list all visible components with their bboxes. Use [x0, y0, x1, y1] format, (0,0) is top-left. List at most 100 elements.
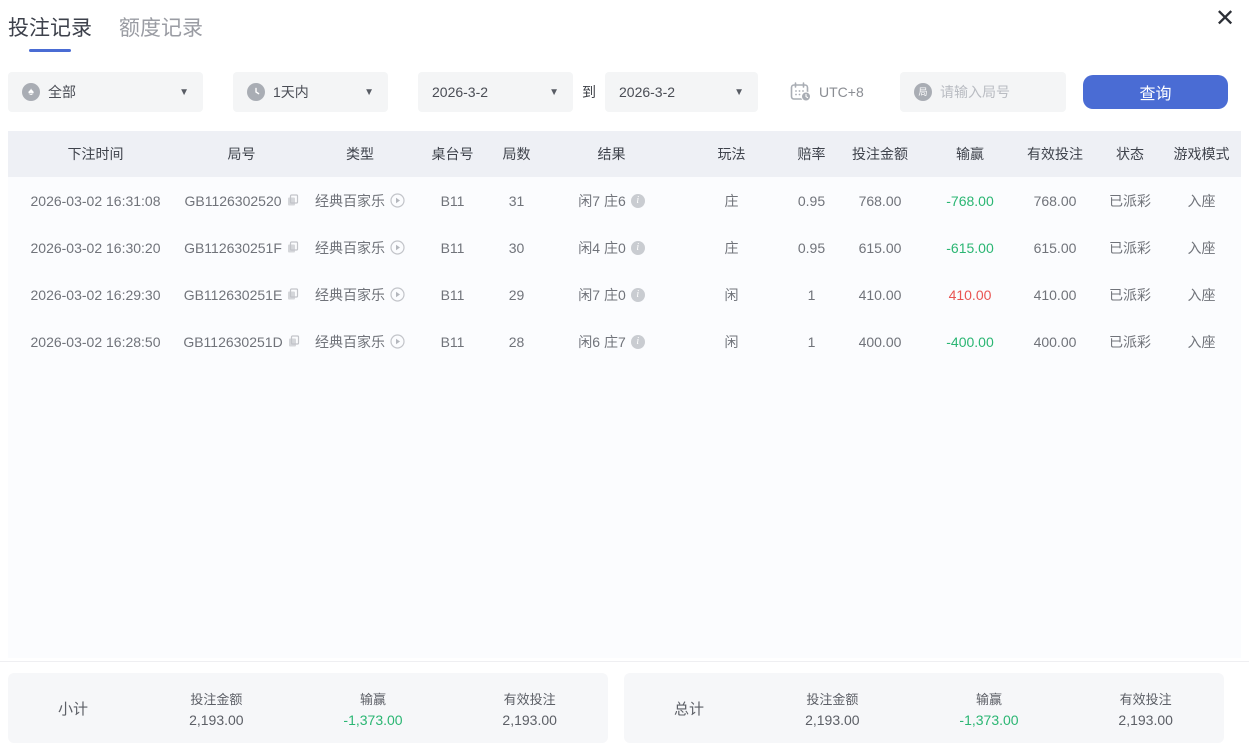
bet-time: 2026-03-02 16:29:30	[8, 287, 183, 303]
info-icon[interactable]: i	[631, 288, 645, 302]
table-row: 2026-03-02 16:29:30 GB112630251E 经典百家乐 B…	[8, 271, 1241, 318]
total-valid-bet-label: 有效投注	[1067, 689, 1224, 708]
table-header-row: 下注时间 局号 类型 桌台号 局数 结果 玩法 赔率 投注金额 输赢 有效投注 …	[8, 131, 1241, 177]
table-no: B11	[420, 334, 485, 350]
tab-quota-records-label: 额度记录	[119, 17, 203, 40]
table-body: 2026-03-02 16:31:08 GB1126302520 经典百家乐 B…	[8, 177, 1241, 658]
play-video-icon[interactable]	[390, 193, 405, 208]
close-icon[interactable]: ✕	[1209, 2, 1241, 34]
play: 庄	[675, 238, 788, 258]
play: 闲	[675, 332, 788, 352]
total-win-loss: 输赢 -1,373.00	[911, 689, 1068, 728]
table-no: B11	[420, 240, 485, 256]
col-valid-bet: 有效投注	[1015, 144, 1095, 164]
game-mode: 入座	[1165, 285, 1238, 305]
chevron-down-icon: ▼	[734, 87, 744, 98]
play-video-icon[interactable]	[390, 287, 405, 302]
win-loss: 410.00	[925, 287, 1015, 303]
round-number-icon: 局	[914, 83, 932, 101]
col-bet-amount: 投注金额	[835, 144, 925, 164]
subtotal-valid-bet-value: 2,193.00	[451, 712, 608, 728]
round-number-field: 局	[900, 72, 1066, 112]
date-to-value: 2026-3-2	[619, 84, 675, 100]
win-loss: -768.00	[925, 193, 1015, 209]
game-type: 经典百家乐	[315, 191, 385, 211]
active-tab-underline	[29, 49, 71, 52]
subtotal-title: 小计	[8, 698, 138, 719]
betting-records-table: 下注时间 局号 类型 桌台号 局数 结果 玩法 赔率 投注金额 输赢 有效投注 …	[0, 131, 1249, 658]
col-result: 结果	[548, 144, 675, 164]
status: 已派彩	[1095, 332, 1165, 352]
tab-quota-records[interactable]: 额度记录	[119, 12, 203, 42]
copy-icon[interactable]	[287, 241, 299, 254]
bet-time: 2026-03-02 16:31:08	[8, 193, 183, 209]
copy-icon[interactable]	[287, 288, 299, 301]
col-win-loss: 输赢	[925, 144, 1015, 164]
calendar-clock-icon	[790, 82, 812, 102]
tab-bar: 投注记录 额度记录	[0, 0, 1249, 52]
result: 闲6 庄7	[578, 332, 625, 352]
table-row: 2026-03-02 16:28:50 GB112630251D 经典百家乐 B…	[8, 318, 1241, 365]
status: 已派彩	[1095, 238, 1165, 258]
date-from-value: 2026-3-2	[432, 84, 488, 100]
timezone-label: UTC+8	[819, 84, 864, 100]
play-video-icon[interactable]	[390, 334, 405, 349]
subtotal-valid-bet-label: 有效投注	[451, 689, 608, 708]
col-status: 状态	[1095, 144, 1165, 164]
info-icon[interactable]: i	[631, 194, 645, 208]
round-number-input[interactable]	[940, 84, 1052, 100]
total-win-loss-label: 输赢	[911, 689, 1068, 708]
total-box: 总计 投注金额 2,193.00 输赢 -1,373.00 有效投注 2,193…	[624, 673, 1224, 743]
col-type: 类型	[300, 144, 420, 164]
subtotal-win-loss: 输赢 -1,373.00	[295, 689, 452, 728]
total-title: 总计	[624, 698, 754, 719]
bet-amount: 615.00	[835, 240, 925, 256]
status: 已派彩	[1095, 285, 1165, 305]
valid-bet: 410.00	[1015, 287, 1095, 303]
betting-records-modal: 投注记录 额度记录 ✕ ♠ 全部 ▼ 1天内 ▼ 2026-3-2 ▼ 到 20…	[0, 0, 1249, 745]
info-icon[interactable]: i	[631, 335, 645, 349]
clock-icon	[247, 83, 265, 101]
result: 闲7 庄6	[578, 191, 625, 211]
search-button[interactable]: 查询	[1083, 75, 1228, 109]
chevron-down-icon: ▼	[364, 87, 374, 98]
copy-icon[interactable]	[288, 335, 300, 348]
game-mode: 入座	[1165, 191, 1238, 211]
chevron-down-icon: ▼	[179, 87, 189, 98]
time-range-value: 1天内	[273, 82, 309, 102]
table-no: B11	[420, 193, 485, 209]
filter-bar: ♠ 全部 ▼ 1天内 ▼ 2026-3-2 ▼ 到 2026-3-2 ▼	[0, 72, 1249, 112]
valid-bet: 400.00	[1015, 334, 1095, 350]
subtotal-bet-amount-label: 投注金额	[138, 689, 295, 708]
date-to-select[interactable]: 2026-3-2 ▼	[605, 72, 758, 112]
col-round-no: 局数	[485, 144, 548, 164]
tab-betting-records-label: 投注记录	[8, 17, 92, 40]
subtotal-bet-amount: 投注金额 2,193.00	[138, 689, 295, 728]
win-loss: -400.00	[925, 334, 1015, 350]
game-type-select[interactable]: ♠ 全部 ▼	[8, 72, 203, 112]
bet-time: 2026-03-02 16:28:50	[8, 334, 183, 350]
chevron-down-icon: ▼	[549, 87, 559, 98]
odds: 0.95	[788, 240, 835, 256]
spade-icon: ♠	[22, 83, 40, 101]
odds: 1	[788, 334, 835, 350]
total-win-loss-value: -1,373.00	[911, 712, 1068, 728]
col-bet-time: 下注时间	[8, 144, 183, 164]
valid-bet: 768.00	[1015, 193, 1095, 209]
time-range-select[interactable]: 1天内 ▼	[233, 72, 388, 112]
valid-bet: 615.00	[1015, 240, 1095, 256]
bet-amount: 768.00	[835, 193, 925, 209]
game-type: 经典百家乐	[315, 285, 385, 305]
info-icon[interactable]: i	[631, 241, 645, 255]
status: 已派彩	[1095, 191, 1165, 211]
play: 闲	[675, 285, 788, 305]
round-id: GB112630251E	[184, 287, 283, 303]
copy-icon[interactable]	[287, 194, 299, 207]
tab-betting-records[interactable]: 投注记录	[8, 12, 92, 52]
total-bet-amount-label: 投注金额	[754, 689, 911, 708]
play-video-icon[interactable]	[390, 240, 405, 255]
round-no: 31	[485, 193, 548, 209]
date-from-select[interactable]: 2026-3-2 ▼	[418, 72, 573, 112]
table-row: 2026-03-02 16:31:08 GB1126302520 经典百家乐 B…	[8, 177, 1241, 224]
game-mode: 入座	[1165, 238, 1238, 258]
